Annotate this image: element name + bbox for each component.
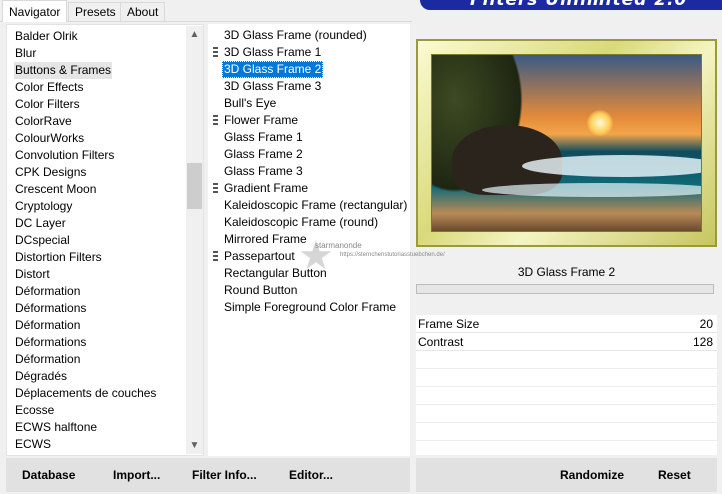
filter-item[interactable]: 3D Glass Frame (rounded) bbox=[222, 27, 369, 44]
scroll-down-icon[interactable]: ▼ bbox=[186, 437, 203, 454]
banner-title: Filters Unlimited 2.0 bbox=[470, 0, 688, 10]
filter-item[interactable]: Passepartout bbox=[222, 248, 297, 265]
category-item[interactable]: ECWS bbox=[14, 436, 52, 453]
filter-item[interactable]: Glass Frame 2 bbox=[222, 146, 305, 163]
group-marker-icon bbox=[213, 47, 218, 58]
parameter-list[interactable]: Frame Size 20 Contrast 128 bbox=[416, 315, 717, 455]
param-row-empty bbox=[416, 369, 717, 387]
param-row-empty bbox=[416, 387, 717, 405]
category-list[interactable]: Balder Olrik Blur Buttons & Frames Color Ef… bbox=[6, 24, 204, 456]
filter-item[interactable]: Mirrored Frame bbox=[222, 231, 309, 248]
scrollbar-thumb[interactable] bbox=[187, 163, 202, 209]
param-row-contrast[interactable]: Contrast 128 bbox=[416, 333, 717, 351]
category-item[interactable]: Déformation bbox=[14, 317, 81, 334]
group-marker-icon bbox=[213, 183, 218, 194]
category-item[interactable]: Distortion Filters bbox=[14, 249, 103, 266]
filter-info-button[interactable]: Filter Info... bbox=[192, 466, 257, 484]
param-value[interactable]: 20 bbox=[700, 317, 713, 331]
param-label: Frame Size bbox=[418, 317, 480, 331]
scroll-up-icon[interactable]: ▲ bbox=[186, 26, 203, 43]
database-button[interactable]: Database bbox=[22, 466, 75, 484]
editor-button[interactable]: Editor... bbox=[289, 466, 333, 484]
category-item[interactable]: DCspecial bbox=[14, 232, 71, 249]
param-value[interactable]: 128 bbox=[693, 335, 713, 349]
category-item[interactable]: Balder Olrik bbox=[14, 28, 79, 45]
category-item[interactable]: Cryptology bbox=[14, 198, 73, 215]
group-marker-icon bbox=[213, 251, 218, 262]
title-banner: Filters Unlimited 2.0 bbox=[420, 0, 722, 10]
filter-item[interactable]: 3D Glass Frame 2 bbox=[222, 61, 324, 78]
filter-item[interactable]: Simple Foreground Color Frame bbox=[222, 299, 398, 316]
param-label: Contrast bbox=[418, 335, 464, 349]
category-item[interactable]: ColourWorks bbox=[14, 130, 85, 147]
param-row-empty bbox=[416, 351, 717, 369]
preview-frame bbox=[416, 39, 717, 247]
category-item[interactable]: Blur bbox=[14, 45, 37, 62]
category-item[interactable]: DC Layer bbox=[14, 215, 67, 232]
watermark-text: starmanonde bbox=[315, 241, 362, 250]
filter-item[interactable]: Round Button bbox=[222, 282, 299, 299]
watermark-url: https://sternchenstutoriasstuebchen.de/ bbox=[340, 252, 445, 258]
preview-filter-name: 3D Glass Frame 2 bbox=[416, 262, 717, 282]
category-item[interactable]: ECWS halftone bbox=[14, 419, 98, 436]
filter-item[interactable]: 3D Glass Frame 1 bbox=[222, 44, 323, 61]
category-item[interactable]: Convolution Filters bbox=[14, 147, 115, 164]
tab-presets[interactable]: Presets bbox=[68, 2, 123, 21]
category-item[interactable]: Buttons & Frames bbox=[14, 62, 113, 79]
category-item[interactable]: ColorRave bbox=[14, 113, 73, 130]
filter-item[interactable]: Gradient Frame bbox=[222, 180, 310, 197]
category-item[interactable]: Crescent Moon bbox=[14, 181, 97, 198]
category-item[interactable]: Dégradés bbox=[14, 368, 68, 385]
progress-bar bbox=[416, 284, 714, 294]
preview-image bbox=[431, 54, 702, 232]
filter-item[interactable]: Flower Frame bbox=[222, 112, 300, 129]
tab-navigator[interactable]: Navigator bbox=[2, 0, 68, 22]
category-item[interactable]: Color Filters bbox=[14, 96, 81, 113]
category-item[interactable]: CPK Designs bbox=[14, 164, 87, 181]
category-item[interactable]: Color Effects bbox=[14, 79, 84, 96]
category-item[interactable]: Déformations bbox=[14, 334, 87, 351]
category-item[interactable]: Déformation bbox=[14, 283, 81, 300]
filter-item[interactable]: Glass Frame 3 bbox=[222, 163, 305, 180]
category-item[interactable]: Déformation bbox=[14, 351, 81, 368]
tab-about[interactable]: About bbox=[120, 2, 166, 21]
category-item[interactable]: Ecosse bbox=[14, 402, 55, 419]
category-item[interactable]: Distort bbox=[14, 266, 51, 283]
param-row-empty bbox=[416, 423, 717, 441]
category-scrollbar[interactable]: ▲ ▼ bbox=[186, 26, 203, 454]
filter-item[interactable]: Kaleidoscopic Frame (round) bbox=[222, 214, 380, 231]
filter-item[interactable]: 3D Glass Frame 3 bbox=[222, 78, 323, 95]
reset-button[interactable]: Reset bbox=[658, 466, 691, 484]
sun-shape bbox=[587, 110, 613, 136]
filter-item[interactable]: Kaleidoscopic Frame (rectangular) bbox=[222, 197, 409, 214]
filter-item[interactable]: Bull's Eye bbox=[222, 95, 278, 112]
group-marker-icon bbox=[213, 115, 218, 126]
category-item[interactable]: Déformations bbox=[14, 300, 87, 317]
category-item[interactable]: Déplacements de couches bbox=[14, 385, 157, 402]
param-row-frame-size[interactable]: Frame Size 20 bbox=[416, 315, 717, 333]
param-row-empty bbox=[416, 405, 717, 423]
filter-item[interactable]: Glass Frame 1 bbox=[222, 129, 305, 146]
import-button[interactable]: Import... bbox=[113, 466, 160, 484]
randomize-button[interactable]: Randomize bbox=[560, 466, 624, 484]
